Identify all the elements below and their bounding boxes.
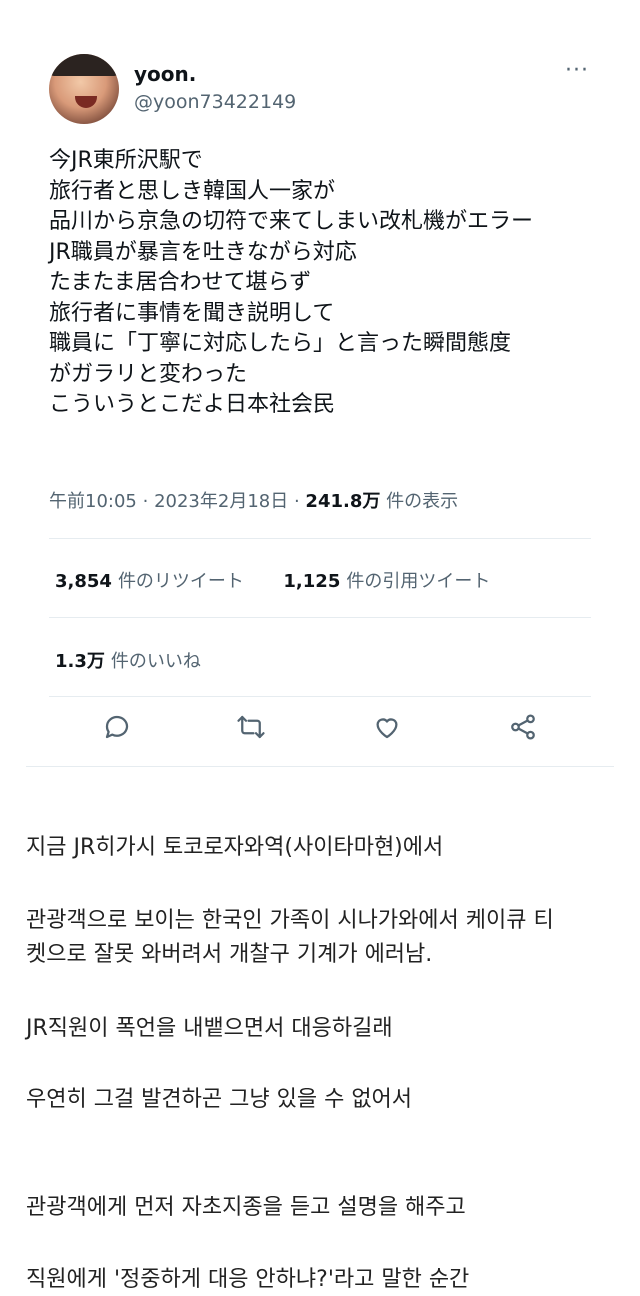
likes-stats-row: 1.3万 件のいいね bbox=[55, 647, 201, 673]
translation-line: 직원에게 '정중하게 대응 안하냐?'라고 말한 순간 bbox=[26, 1267, 470, 1292]
tweet-meta: 午前10:05 · 2023年2月18日 · 241.8万 件の表示 bbox=[49, 487, 458, 513]
tweet-text: 今JR東所沢駅で 旅行者と思しき韓国人一家が 品川から京急の切符で来てしまい改札… bbox=[49, 148, 534, 417]
likes-link[interactable]: 1.3万 件のいいね bbox=[55, 651, 201, 672]
reply-icon[interactable] bbox=[102, 712, 138, 748]
views-label: 件の表示 bbox=[386, 491, 459, 512]
translation-line: 우연히 그걸 발견하곤 그냥 있을 수 없어서 bbox=[26, 1087, 413, 1112]
section-divider bbox=[26, 766, 614, 767]
views-count: 241.8万 bbox=[305, 491, 381, 512]
quotes-label: 件の引用ツイート bbox=[346, 571, 491, 592]
share-icon[interactable] bbox=[508, 712, 544, 748]
translation-line: JR직원이 폭언을 내뱉으면서 대응하길래 bbox=[26, 1016, 393, 1041]
translation-line: 지금 JR히가시 토코로자와역(사이타마현)에서 bbox=[26, 835, 444, 860]
divider bbox=[49, 617, 591, 618]
quotes-link[interactable]: 1,125 件の引用ツイート bbox=[283, 571, 490, 592]
retweet-stats-row: 3,854 件のリツイート 1,125 件の引用ツイート bbox=[55, 567, 490, 593]
avatar-mouth bbox=[75, 96, 97, 108]
retweet-icon[interactable] bbox=[236, 712, 272, 748]
retweets-count: 3,854 bbox=[55, 571, 112, 592]
translation-line: 관광객에게 먼저 자초지종을 듣고 설명을 해주고 bbox=[26, 1195, 466, 1220]
more-options-icon[interactable]: ··· bbox=[565, 58, 589, 83]
meta-separator: · bbox=[142, 491, 155, 512]
likes-label: 件のいいね bbox=[110, 651, 201, 672]
tweet-date[interactable]: 2023年2月18日 bbox=[154, 491, 288, 512]
like-icon[interactable] bbox=[372, 712, 408, 748]
tweet-time[interactable]: 午前10:05 bbox=[49, 491, 137, 512]
divider bbox=[49, 538, 591, 539]
avatar[interactable] bbox=[49, 54, 119, 124]
translation-line: 켓으로 잘못 와버려서 개찰구 기계가 에러남. bbox=[26, 942, 433, 967]
quotes-count: 1,125 bbox=[283, 571, 341, 592]
avatar-hair bbox=[49, 54, 119, 76]
divider bbox=[49, 696, 591, 697]
likes-count: 1.3万 bbox=[55, 651, 105, 672]
display-name[interactable]: yoon. bbox=[134, 62, 196, 86]
retweets-link[interactable]: 3,854 件のリツイート bbox=[55, 571, 244, 592]
user-handle[interactable]: @yoon73422149 bbox=[134, 91, 296, 113]
translation-line: 관광객으로 보이는 한국인 가족이 시나가와에서 케이큐 티 bbox=[26, 908, 554, 933]
meta-separator: · bbox=[293, 491, 306, 512]
action-bar bbox=[0, 712, 640, 752]
retweets-label: 件のリツイート bbox=[117, 571, 244, 592]
